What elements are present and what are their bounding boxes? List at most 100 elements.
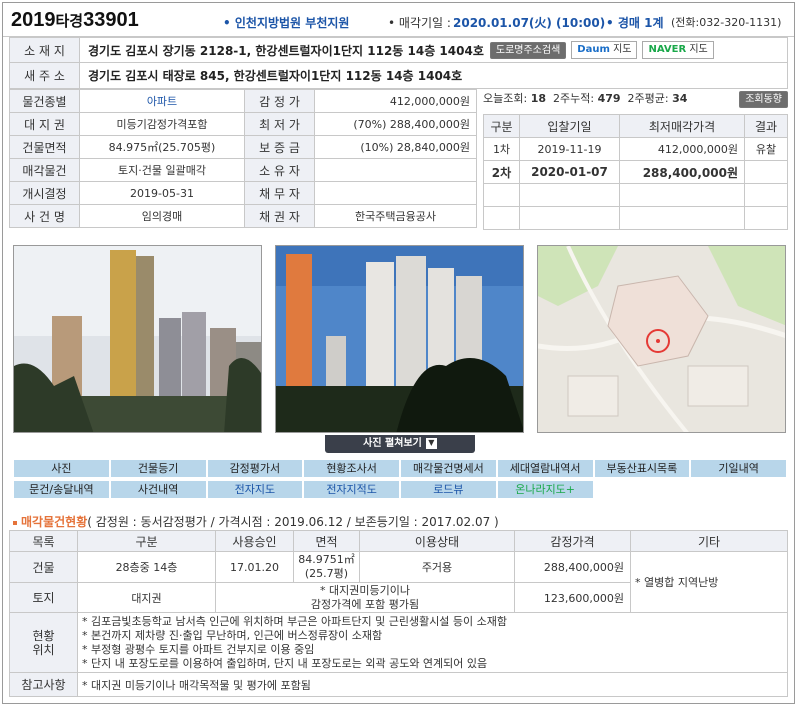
view-stats: 오늘조회: 18 2주누적: 479 2주평균: 34 조회동향 <box>483 90 788 112</box>
tab-electronic-map[interactable]: 전자지도 <box>206 480 304 499</box>
bid-history-table: 구분 입찰기일 최저매각가격 결과 1차 2019-11-19 412,000,… <box>483 114 788 230</box>
sale-date: 2020.01.07(火) (10:00) <box>453 16 606 30</box>
lot-address-value: 경기도 김포시 장기동 2128-1, 한강센트럴자이1단지 112동 14층 … <box>88 43 484 58</box>
location-line: * 김포금빛초등학교 남서측 인근에 위치하며 부근은 아파트단지 및 근린생활… <box>82 614 508 628</box>
tab-cadastral-map[interactable]: 전자지적도 <box>303 480 400 499</box>
land-right-label: 대 지 권 <box>9 112 80 136</box>
appraisal-value: 412,000,000원 <box>314 89 477 113</box>
apartment-photo-image <box>276 246 523 432</box>
tab-case-history[interactable]: 사건내역 <box>109 480 207 499</box>
tab-roadview[interactable]: 로드뷰 <box>400 480 497 499</box>
chevron-down-icon: ▼ <box>425 437 437 449</box>
tab-property-list[interactable]: 부동산표시목록 <box>593 459 691 478</box>
status-header-list: 목록 <box>9 530 78 552</box>
building-kind: 28층중 14층 <box>77 551 216 583</box>
status-header-price: 감정가격 <box>514 530 631 552</box>
location-map-image <box>538 246 785 432</box>
status-header-other: 기타 <box>630 530 788 552</box>
land-note: * 대지권미등기이나 감정가격에 포함 평가됨 <box>215 582 515 613</box>
court-phone: (전화:032-320-1131) <box>671 16 782 29</box>
bid-result <box>744 160 788 184</box>
view-trend-button[interactable]: 조회동향 <box>739 91 788 108</box>
status-header-area: 면적 <box>293 530 360 552</box>
two-week-views: 479 <box>597 92 621 105</box>
bid-header-price: 최저매각가격 <box>619 114 745 138</box>
road-address-row: 새 주 소 경기도 김포시 태장로 845, 한강센트럴자이1단지 112동 1… <box>9 63 788 89</box>
building-area: 84.9751㎡ (25.7평) <box>293 551 360 583</box>
property-info-table: 물건종별 아파트 감 정 가 412,000,000원 대 지 권 미등기감정가… <box>9 89 477 228</box>
deposit-value: (10%) 28,840,000원 <box>314 135 477 159</box>
area-label: 건물면적 <box>9 135 80 159</box>
tab-empty <box>594 480 691 499</box>
land-row-label: 토지 <box>9 582 78 613</box>
min-price-value: (70%) 288,400,000원 <box>314 112 477 136</box>
type-value[interactable]: 아파트 <box>79 89 245 113</box>
court-name: • 인천지방법원 부천지원 <box>223 16 350 30</box>
tab-documents[interactable]: 문건/송달내역 <box>13 480 110 499</box>
status-header-use: 이용상태 <box>359 530 515 552</box>
road-address-label: 새 주 소 <box>10 63 80 88</box>
bid-header-result: 결과 <box>744 114 788 138</box>
daum-logo: Daum <box>577 44 610 55</box>
today-views: 18 <box>530 92 546 105</box>
building-row-label: 건물 <box>9 551 78 583</box>
tab-empty <box>690 480 787 499</box>
tab-household-record[interactable]: 세대열람내역서 <box>496 459 594 478</box>
tab-appraisal-report[interactable]: 감정평가서 <box>206 459 304 478</box>
bid-result: 유찰 <box>744 137 788 161</box>
naver-logo: NAVER <box>648 44 687 55</box>
status-header-kind: 구분 <box>77 530 216 552</box>
bid-round: 1차 <box>483 137 520 161</box>
tab-survey-report[interactable]: 현황조사서 <box>303 459 400 478</box>
appraisal-label: 감 정 가 <box>244 89 315 113</box>
case-name-value: 임의경매 <box>79 204 245 228</box>
land-kind: 대지권 <box>77 582 216 613</box>
expand-photos-button[interactable]: 사진 펼쳐보기 ▼ <box>325 435 475 453</box>
bid-round: 2차 <box>483 160 520 184</box>
daum-map-button[interactable]: Daum 지도 <box>571 41 638 59</box>
case-name-label: 사 건 명 <box>9 204 80 228</box>
location-line: * 본건까지 제차량 진·출입 무난하며, 인근에 버스정류장이 소재함 <box>82 628 383 642</box>
creditor-value: 한국주택금융공사 <box>314 204 477 228</box>
tab-onnara-map[interactable]: 온나라지도+ <box>496 480 594 499</box>
document-tabs: 사진 건물등기 감정평가서 현황조사서 매각물건명세서 세대열람내역서 부동산표… <box>13 459 787 499</box>
auction-division: • 경매 1계 <box>606 16 664 30</box>
type-label: 물건종별 <box>9 89 80 113</box>
tab-photo[interactable]: 사진 <box>13 459 110 478</box>
building-photo-2[interactable] <box>275 245 524 433</box>
tab-building-registry[interactable]: 건물등기 <box>109 459 207 478</box>
building-price: 288,400,000원 <box>514 551 631 583</box>
road-address-search-button[interactable]: 도로명주소검색 <box>489 41 567 59</box>
creditor-label: 채 권 자 <box>244 204 315 228</box>
location-map[interactable] <box>537 245 786 433</box>
sale-date-label: • 매각기일 : <box>388 16 451 30</box>
tab-sale-statement[interactable]: 매각물건명세서 <box>400 459 497 478</box>
road-address-value: 경기도 김포시 태장로 845, 한강센트럴자이1단지 112동 14층 140… <box>88 69 463 83</box>
debtor-value <box>314 181 477 205</box>
bid-price: 412,000,000원 <box>619 137 745 161</box>
naver-map-button[interactable]: NAVER 지도 <box>642 41 714 59</box>
location-label: 현황 위치 <box>9 612 78 673</box>
bid-header-date: 입찰기일 <box>519 114 620 138</box>
reference-label: 참고사항 <box>9 672 78 697</box>
land-price: 123,600,000원 <box>514 582 631 613</box>
apartment-photo-image <box>14 246 261 432</box>
case-number: 2019타경33901 <box>11 9 139 31</box>
tab-date-history[interactable]: 기일내역 <box>690 459 787 478</box>
start-decision-value: 2019-05-31 <box>79 181 245 205</box>
building-use: 주거용 <box>359 551 515 583</box>
bid-price: 288,400,000원 <box>619 160 745 184</box>
building-photo-1[interactable] <box>13 245 262 433</box>
two-week-average: 34 <box>672 92 688 105</box>
sale-status-heading: 매각물건현황( 감정원 : 동서감정평가 / 가격시점 : 2019.06.12… <box>13 513 499 530</box>
sale-object-label: 매각물건 <box>9 158 80 182</box>
reference-value: * 대지권 미등기이나 매각목적물 및 평가에 포함됨 <box>77 672 788 697</box>
min-price-label: 최 저 가 <box>244 112 315 136</box>
status-header-approved: 사용승인 <box>215 530 294 552</box>
building-approved: 17.01.20 <box>215 551 294 583</box>
lot-address-label: 소 재 지 <box>10 38 80 62</box>
location-description: * 김포금빛초등학교 남서측 인근에 위치하며 부근은 아파트단지 및 근린생활… <box>77 612 788 673</box>
other-note: * 열병합 지역난방 <box>630 551 788 613</box>
bid-date: 2020-01-07 <box>519 160 620 184</box>
area-value: 84.975㎡(25.705평) <box>79 135 245 159</box>
